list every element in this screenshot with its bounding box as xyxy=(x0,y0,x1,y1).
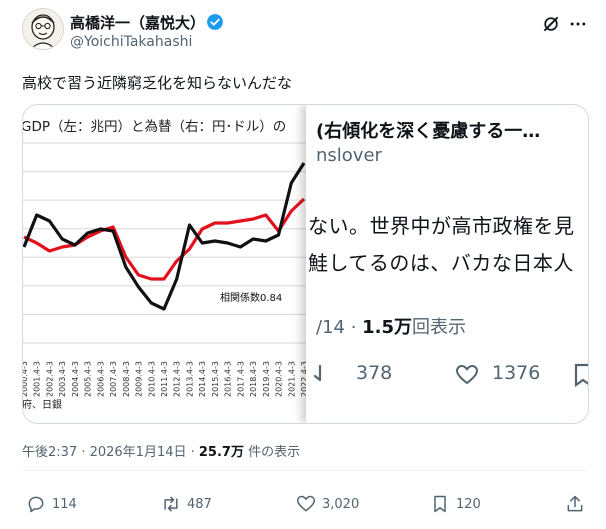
bookmark-button[interactable]: 120 xyxy=(430,493,481,515)
x-tick-label: 2014.4-3 xyxy=(198,361,207,397)
x-tick-label: 2012.4-3 xyxy=(173,361,182,397)
quoted-retweet-icon[interactable] xyxy=(310,364,330,386)
quoted-like-icon[interactable] xyxy=(454,363,480,387)
chart-svg: GDP（左：兆円）と為替（右：円･ドル）の 2000.4-3 2001.4-3 20… xyxy=(23,119,309,411)
x-tick-label: 2016.4-3 xyxy=(224,361,233,397)
x-tick-label: 2000.4-3 xyxy=(23,361,29,397)
x-tick-label: 2007.4-3 xyxy=(109,361,118,397)
author-name[interactable]: 高橋洋一（嘉悦大） xyxy=(70,12,205,33)
quoted-display-name: (右傾化を深く憂慮する一… xyxy=(316,121,541,142)
repost-icon xyxy=(164,496,178,512)
bookmark-icon xyxy=(434,495,446,513)
tweet-timestamp: 午後2:37 · 2026年1月14日 · 25.7万 件の表示 xyxy=(22,445,301,460)
author-handle[interactable]: @YoichiTakahashi xyxy=(70,34,192,50)
grok-icon[interactable] xyxy=(541,14,561,34)
x-tick-label: 2003.4-3 xyxy=(58,361,67,397)
x-tick-label: 2019.4-3 xyxy=(262,361,271,397)
x-tick-label: 2004.4-3 xyxy=(71,361,80,397)
repost-count: 487 xyxy=(187,496,212,512)
avatar-caricature-icon xyxy=(23,9,63,49)
quoted-handle: nslover xyxy=(316,145,382,166)
quoted-text-line1: ない。世界中が高市政権を見 xyxy=(308,214,575,238)
chart-title: GDP（左：兆円）と為替（右：円･ドル）の xyxy=(23,119,286,135)
x-tick-label: 2010.4-3 xyxy=(147,361,156,397)
reply-count: 114 xyxy=(52,496,77,512)
reply-icon xyxy=(28,496,44,513)
x-tick-label: 2008.4-3 xyxy=(122,361,131,397)
reply-button[interactable]: 114 xyxy=(26,493,77,515)
x-tick-label: 2001.4-3 xyxy=(33,361,42,397)
chart-source: 府、日銀 xyxy=(23,398,62,411)
more-options-icon[interactable] xyxy=(568,14,588,34)
x-tick-label: 2020.4-3 xyxy=(275,361,284,397)
share-button[interactable] xyxy=(565,493,585,515)
x-tick-label: 2006.4-3 xyxy=(96,361,105,397)
tweet-text: 高校で習う近隣窮乏化を知らないんだな xyxy=(22,74,293,92)
x-tick-label: 2013.4-3 xyxy=(185,361,194,397)
quoted-tweet-preview[interactable]: (右傾化を深く憂慮する一… nslover ない。世界中が高市政権を見 鮭してる… xyxy=(306,105,588,423)
repost-button[interactable]: 487 xyxy=(161,493,212,515)
x-tick-label: 2021.4-3 xyxy=(287,361,296,397)
quoted-text-line2: 鮭してるのは、バカな日本人 xyxy=(308,251,574,275)
x-tick-label: 2015.4-3 xyxy=(211,361,220,397)
divider xyxy=(22,470,587,471)
x-tick-label: 2005.4-3 xyxy=(84,361,93,397)
quoted-like-count: 1376 xyxy=(492,362,541,384)
quoted-meta: /14 · 1.5万回表示 xyxy=(316,317,467,338)
avatar[interactable] xyxy=(22,8,64,50)
fx-series-line xyxy=(23,162,306,311)
share-icon xyxy=(567,495,583,512)
quoted-retweet-count: 378 xyxy=(356,362,393,384)
media-card[interactable]: GDP（左：兆円）と為替（右：円･ドル）の 2000.4-3 2001.4-3 20… xyxy=(22,104,589,424)
chart-annotation: 相関係数0.84 xyxy=(220,291,282,304)
like-icon xyxy=(296,495,316,512)
x-tick-label: 2017.4-3 xyxy=(236,361,245,397)
bookmark-count: 120 xyxy=(456,496,481,512)
x-tick-label: 2009.4-3 xyxy=(135,361,144,397)
x-tick-label: 2011.4-3 xyxy=(160,361,169,397)
like-count: 3,020 xyxy=(322,496,360,512)
quoted-bookmark-icon[interactable] xyxy=(572,363,588,387)
verified-badge-icon xyxy=(207,14,223,30)
x-tick-label: 2002.4-3 xyxy=(45,361,54,397)
chart-image: GDP（左：兆円）と為替（右：円･ドル）の 2000.4-3 2001.4-3 20… xyxy=(23,105,309,423)
x-tick-label: 2018.4-3 xyxy=(249,361,258,397)
like-button[interactable]: 3,020 xyxy=(296,493,359,515)
